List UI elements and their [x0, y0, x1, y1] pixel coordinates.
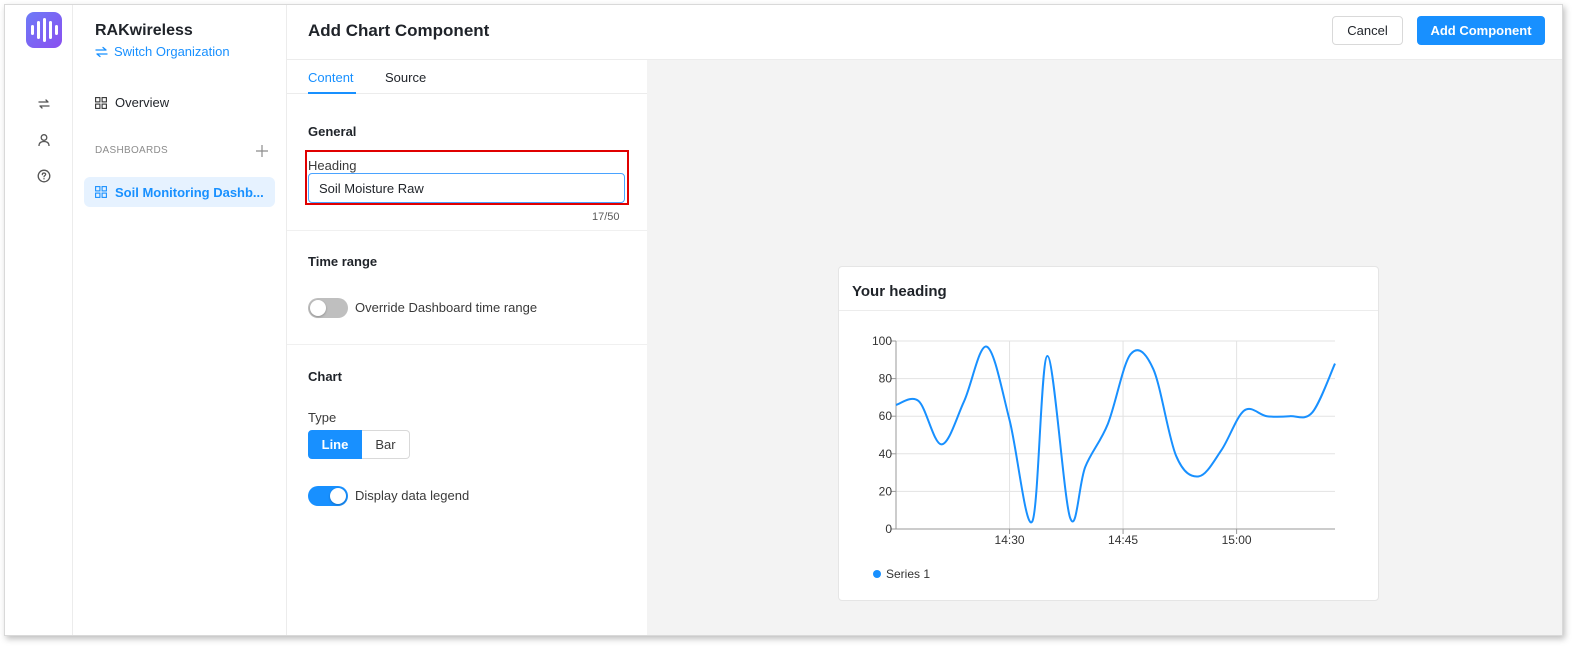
display-legend-label: Display data legend: [355, 488, 470, 503]
heading-label: Heading: [308, 158, 357, 173]
logo-icon[interactable]: [26, 12, 62, 48]
tab-source[interactable]: Source: [385, 70, 426, 85]
type-label: Type: [308, 410, 337, 425]
tab-content[interactable]: Content: [308, 70, 354, 85]
display-legend-toggle[interactable]: [308, 486, 348, 506]
dashboards-section-title: DASHBOARDS: [95, 145, 169, 156]
y-tick-label: 0: [885, 522, 892, 536]
section-divider: [287, 230, 647, 231]
organization-name: RAKwireless: [95, 22, 193, 39]
series-line: [895, 345, 1336, 524]
line-chart: 0 20 40 60 80 100 14:30 14:45 15:00: [872, 334, 1336, 547]
user-icon[interactable]: [35, 131, 53, 149]
grid-icon: [95, 186, 107, 198]
y-tick-label: 20: [879, 484, 893, 498]
toggle-knob: [330, 488, 346, 504]
sidebar-item-overview[interactable]: Overview: [95, 95, 169, 110]
y-tick-label: 40: [879, 447, 893, 461]
swap-icon[interactable]: [35, 95, 53, 113]
y-tick-label: 80: [879, 372, 893, 386]
card-heading: Your heading: [852, 283, 947, 300]
switch-arrows-icon: [95, 46, 108, 57]
toggle-knob: [310, 300, 326, 316]
tab-bar: Content Source: [287, 60, 647, 94]
legend-label: Series 1: [886, 567, 931, 581]
switch-organization-link[interactable]: Switch Organization: [95, 44, 230, 59]
legend-marker: [873, 570, 881, 578]
active-tab-indicator: [308, 92, 356, 94]
y-tick-label: 60: [879, 409, 893, 423]
x-tick-label: 14:45: [1108, 533, 1138, 547]
time-range-section-title: Time range: [308, 254, 378, 269]
override-time-range-label: Override Dashboard time range: [355, 300, 538, 315]
page-title: Add Chart Component: [308, 21, 490, 40]
general-section-title: General: [308, 124, 357, 139]
page-header: Add Chart Component Cancel Add Component: [287, 5, 1562, 60]
add-component-button[interactable]: Add Component: [1417, 16, 1545, 45]
switch-organization-label: Switch Organization: [114, 44, 230, 59]
x-tick-label: 14:30: [995, 533, 1025, 547]
chart-legend[interactable]: Series 1: [873, 567, 930, 581]
heading-input[interactable]: [308, 173, 625, 203]
heading-character-counter: 17/50: [592, 211, 620, 223]
icon-rail: [5, 5, 73, 635]
chart-preview-card: Your heading 0 20 40 60 80 100 14:30 14:45 15:00…: [838, 266, 1379, 601]
chart-type-selector: Line Bar: [308, 430, 410, 459]
grid-icon: [95, 96, 107, 109]
sidebar: RAKwireless Switch Organization Overview…: [73, 5, 287, 635]
app-window: RAKwireless Switch Organization Overview…: [4, 4, 1563, 636]
sidebar-item-label: Overview: [115, 95, 170, 110]
x-tick-label: 15:00: [1222, 533, 1252, 547]
cancel-button[interactable]: Cancel: [1332, 16, 1403, 45]
help-icon[interactable]: [35, 167, 53, 185]
chart-section-title: Chart: [308, 369, 342, 384]
settings-panel: Content Source General Heading 17/50 Tim…: [287, 60, 647, 635]
add-dashboard-icon[interactable]: [255, 144, 269, 158]
type-bar-button[interactable]: Bar: [362, 430, 410, 459]
type-line-button[interactable]: Line: [308, 430, 362, 459]
section-divider: [287, 344, 647, 345]
y-tick-label: 100: [872, 334, 892, 348]
sidebar-item-label: Soil Monitoring Dashb...: [115, 184, 264, 200]
override-time-range-toggle[interactable]: [308, 298, 348, 318]
card-header: Your heading: [839, 267, 1378, 311]
sidebar-item-soil-monitoring[interactable]: Soil Monitoring Dashb...: [84, 177, 275, 207]
preview-area: Your heading 0 20 40 60 80 100 14:30 14:45 15:00…: [647, 60, 1562, 635]
